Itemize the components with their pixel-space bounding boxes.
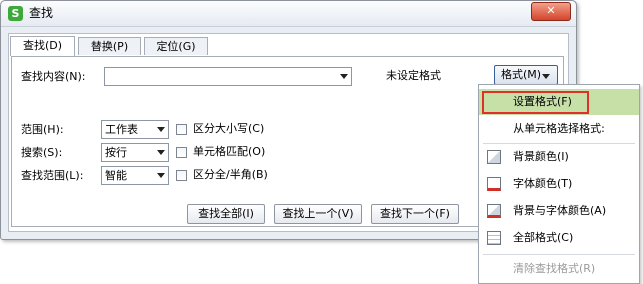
background-color-icon (487, 150, 501, 164)
search-select[interactable]: 按行 (101, 143, 169, 162)
find-all-button[interactable]: 查找全部(I) (187, 204, 265, 224)
background-font-color-icon (487, 204, 501, 218)
format-status-label: 未设定格式 (386, 69, 441, 82)
chevron-down-icon[interactable] (340, 74, 348, 79)
tab-replace[interactable]: 替换(P) (78, 37, 141, 55)
format-button[interactable]: 格式(M) (494, 65, 558, 85)
match-case-checkbox[interactable] (176, 124, 187, 135)
tab-goto[interactable]: 定位(G) (144, 37, 208, 55)
chevron-down-icon (542, 74, 550, 79)
chevron-down-icon (157, 127, 165, 132)
match-cell-label[interactable]: 单元格匹配(O) (193, 145, 265, 159)
from-cell-heading: 从单元格选择格式: (513, 122, 605, 135)
menu-item-font-color[interactable]: 字体颜色(T) (479, 171, 639, 197)
menu-item-bg-font-color[interactable]: 背景与字体颜色(A) (479, 198, 639, 224)
format-dropdown-menu: 设置格式(F) 从单元格选择格式: 背景颜色(I) 字体颜色(T) 背景与字体颜… (478, 84, 640, 284)
menu-divider (483, 254, 635, 255)
search-label: 搜索(S): (21, 146, 63, 159)
all-format-icon (487, 231, 501, 245)
menu-item-clear-format[interactable]: 清除查找格式(R) (479, 256, 639, 282)
find-next-button[interactable]: 查找下一个(F) (371, 204, 459, 224)
menu-item-label: 设置格式(F) (513, 95, 572, 108)
menu-item-bg-color[interactable]: 背景颜色(I) (479, 144, 639, 170)
menu-item-set-format[interactable]: 设置格式(F) (479, 89, 639, 115)
scope-select[interactable]: 工作表 (101, 120, 169, 139)
search-value: 按行 (105, 146, 127, 159)
match-case-label[interactable]: 区分大小写(C) (193, 122, 264, 136)
close-button[interactable]: ✕ (531, 2, 571, 21)
match-cell-checkbox[interactable] (176, 147, 187, 158)
chevron-down-icon (157, 150, 165, 155)
chevron-down-icon (157, 173, 165, 178)
find-what-input[interactable] (104, 67, 352, 86)
close-icon: ✕ (546, 4, 556, 17)
menu-item-all-format[interactable]: 全部格式(C) (479, 225, 639, 251)
format-button-label: 格式(M) (501, 68, 542, 81)
menu-item-label: 清除查找格式(R) (513, 262, 596, 275)
menu-item-label: 字体颜色(T) (513, 177, 573, 190)
tab-find[interactable]: 查找(D) (10, 36, 75, 56)
scope-label: 范围(H): (21, 123, 64, 136)
match-width-checkbox[interactable] (176, 170, 187, 181)
find-previous-button[interactable]: 查找上一个(V) (274, 204, 362, 224)
title-bar[interactable]: S 查找 ✕ (1, 1, 576, 27)
lookin-value: 智能 (105, 169, 127, 182)
dialog-title: 查找 (29, 6, 54, 20)
lookin-select[interactable]: 智能 (101, 166, 169, 185)
menu-item-label: 背景颜色(I) (513, 150, 569, 163)
lookin-label: 查找范围(L): (21, 169, 84, 182)
scope-value: 工作表 (105, 123, 138, 136)
match-width-label[interactable]: 区分全/半角(B) (193, 168, 268, 182)
menu-item-label: 背景与字体颜色(A) (513, 204, 607, 217)
menu-item-label: 全部格式(C) (513, 231, 574, 244)
wps-app-icon: S (8, 6, 23, 21)
font-color-icon (487, 177, 501, 191)
find-what-label: 查找内容(N): (21, 70, 86, 83)
